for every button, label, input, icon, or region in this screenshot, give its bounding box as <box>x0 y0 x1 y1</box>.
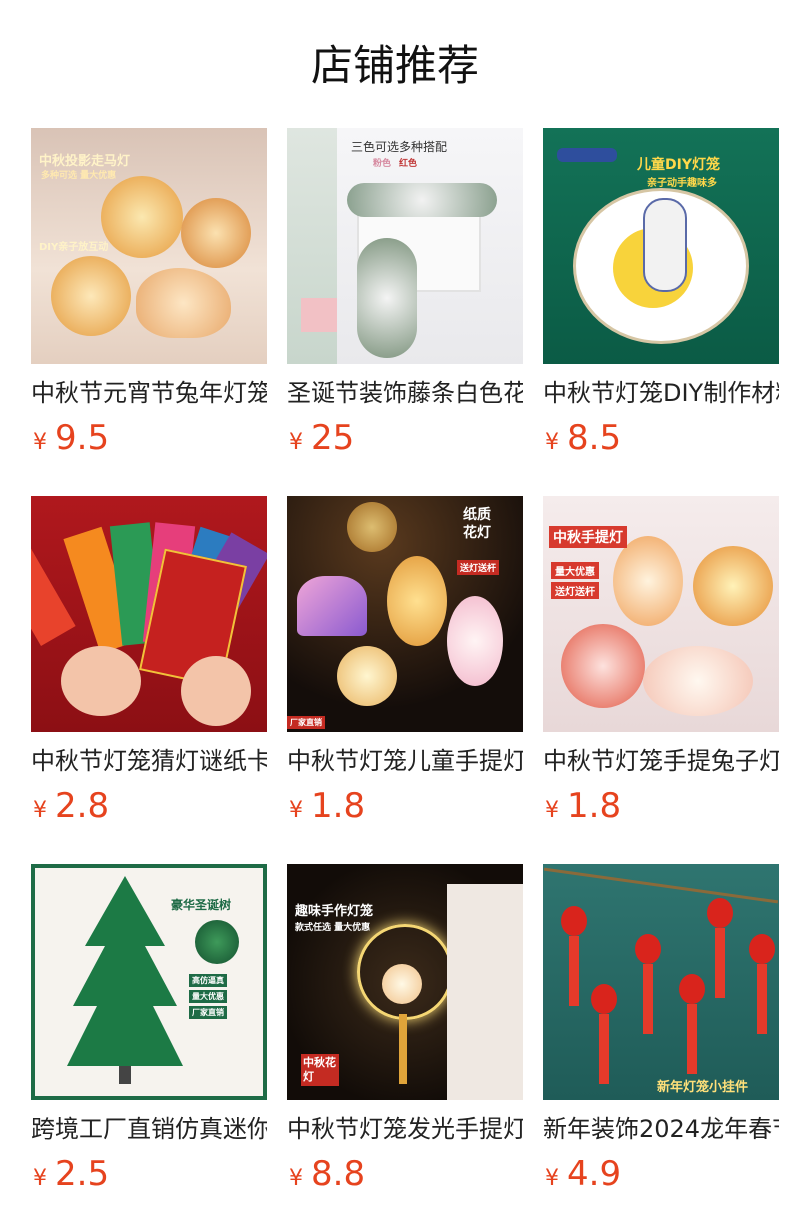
thumb-text: 纸质花灯 <box>463 507 491 541</box>
product-name[interactable]: 中秋节元宵节兔年灯笼 <box>31 375 267 411</box>
thumb-text: 量大优惠 <box>189 990 227 1003</box>
thumb-text: 亲子动手趣味多 <box>647 178 717 189</box>
product-image[interactable]: 豪华圣诞树 高仿逼真 量大优惠 厂家直销 <box>31 864 267 1100</box>
thumb-text: 中秋手提灯 <box>549 526 627 548</box>
product-card[interactable]: 中秋节灯笼猜灯谜纸卡 ¥2.8 <box>31 496 267 826</box>
thumb-text: 高仿逼真 <box>189 974 227 987</box>
product-price: ¥4.9 <box>545 1154 621 1200</box>
product-image[interactable]: 新年灯笼小挂件 <box>543 864 779 1100</box>
price-value: 8.8 <box>311 1154 366 1194</box>
thumb-text: 款式任选 量大优惠 <box>295 923 371 933</box>
thumb-text: 厂家直销 <box>189 1006 227 1019</box>
thumb-text: 量大优惠 <box>551 562 599 579</box>
product-card[interactable]: 趣味手作灯笼 款式任选 量大优惠 中秋花灯 中秋节灯笼发光手提灯 ¥8.8 <box>287 864 523 1194</box>
thumb-text: 多种可选 量大优惠 <box>41 171 117 181</box>
product-card[interactable]: 新年灯笼小挂件 新年装饰2024龙年春节灯笼 ¥4.9 <box>543 864 779 1194</box>
product-name[interactable]: 中秋节灯笼手提兔子灯 <box>543 743 779 779</box>
thumb-text: 儿童DIY灯笼 <box>637 157 720 173</box>
product-image[interactable]: 趣味手作灯笼 款式任选 量大优惠 中秋花灯 <box>287 864 523 1100</box>
thumb-text: 红色 <box>399 159 418 169</box>
currency-symbol: ¥ <box>545 430 559 455</box>
product-image[interactable]: 三色可选多种搭配 粉色 红色 <box>287 128 523 364</box>
thumb-text: 三色可选多种搭配 <box>351 140 448 154</box>
product-image[interactable]: 儿童DIY灯笼 亲子动手趣味多 <box>543 128 779 364</box>
currency-symbol: ¥ <box>289 1166 303 1191</box>
price-value: 9.5 <box>55 418 110 458</box>
currency-symbol: ¥ <box>545 1166 559 1191</box>
price-value: 2.8 <box>55 786 110 826</box>
product-name[interactable]: 中秋节灯笼儿童手提灯 <box>287 743 523 779</box>
thumb-text: 中秋花灯 <box>301 1054 339 1086</box>
product-name[interactable]: 中秋节灯笼猜灯谜纸卡 <box>31 743 267 779</box>
currency-symbol: ¥ <box>33 798 47 823</box>
thumb-text: 送灯送杆 <box>457 560 500 575</box>
thumb-text: DIY亲子放互动 <box>39 242 109 253</box>
product-image[interactable] <box>31 496 267 732</box>
price-value: 1.8 <box>567 786 622 826</box>
product-card[interactable]: 儿童DIY灯笼 亲子动手趣味多 中秋节灯笼DIY制作材料包 ¥8.5 <box>543 128 779 458</box>
product-price: ¥9.5 <box>33 418 109 464</box>
price-value: 25 <box>311 418 355 458</box>
product-card[interactable]: 中秋投影走马灯 多种可选 量大优惠 DIY亲子放互动 中秋节元宵节兔年灯笼 ¥9… <box>31 128 267 458</box>
product-name[interactable]: 中秋节灯笼发光手提灯 <box>287 1111 523 1147</box>
currency-symbol: ¥ <box>289 798 303 823</box>
thumb-text: 豪华圣诞树 <box>171 898 232 912</box>
product-image[interactable]: 中秋投影走马灯 多种可选 量大优惠 DIY亲子放互动 <box>31 128 267 364</box>
product-name[interactable]: 圣诞节装饰藤条白色花环 <box>287 375 523 411</box>
price-value: 2.5 <box>55 1154 110 1194</box>
product-name[interactable]: 跨境工厂直销仿真迷你圣诞树 <box>31 1111 267 1147</box>
product-price: ¥1.8 <box>545 786 621 832</box>
product-price: ¥1.8 <box>289 786 365 832</box>
currency-symbol: ¥ <box>545 798 559 823</box>
product-name[interactable]: 新年装饰2024龙年春节灯笼 <box>543 1111 779 1147</box>
tree-icon <box>67 876 183 1084</box>
thumb-text: 趣味手作灯笼 <box>295 904 374 919</box>
page-title: 店铺推荐 <box>310 41 479 90</box>
thumb-text: 送灯送杆 <box>551 582 599 599</box>
price-value: 8.5 <box>567 418 622 458</box>
currency-symbol: ¥ <box>289 430 303 455</box>
product-price: ¥25 <box>289 418 354 464</box>
product-card[interactable]: 三色可选多种搭配 粉色 红色 圣诞节装饰藤条白色花环 ¥25 <box>287 128 523 458</box>
product-price: ¥2.8 <box>33 786 109 832</box>
thumb-text: 中秋投影走马灯 <box>39 154 131 169</box>
price-value: 4.9 <box>567 1154 622 1194</box>
product-price: ¥8.5 <box>545 418 621 464</box>
product-card[interactable]: 中秋手提灯 量大优惠 送灯送杆 中秋节灯笼手提兔子灯 ¥1.8 <box>543 496 779 826</box>
thumb-text: 厂家直销 <box>287 716 325 729</box>
product-card[interactable]: 豪华圣诞树 高仿逼真 量大优惠 厂家直销 跨境工厂直销仿真迷你圣诞树 ¥2.5 <box>31 864 267 1194</box>
product-image[interactable]: 纸质花灯 送灯送杆 厂家直销 <box>287 496 523 732</box>
currency-symbol: ¥ <box>33 430 47 455</box>
product-card[interactable]: 纸质花灯 送灯送杆 厂家直销 中秋节灯笼儿童手提灯 ¥1.8 <box>287 496 523 826</box>
product-image[interactable]: 中秋手提灯 量大优惠 送灯送杆 <box>543 496 779 732</box>
product-price: ¥2.5 <box>33 1154 109 1200</box>
product-price: ¥8.8 <box>289 1154 365 1200</box>
currency-symbol: ¥ <box>33 1166 47 1191</box>
price-value: 1.8 <box>311 786 366 826</box>
product-name[interactable]: 中秋节灯笼DIY制作材料包 <box>543 375 779 411</box>
thumb-text: 新年灯笼小挂件 <box>657 1080 749 1095</box>
thumb-text: 粉色 <box>373 159 392 169</box>
